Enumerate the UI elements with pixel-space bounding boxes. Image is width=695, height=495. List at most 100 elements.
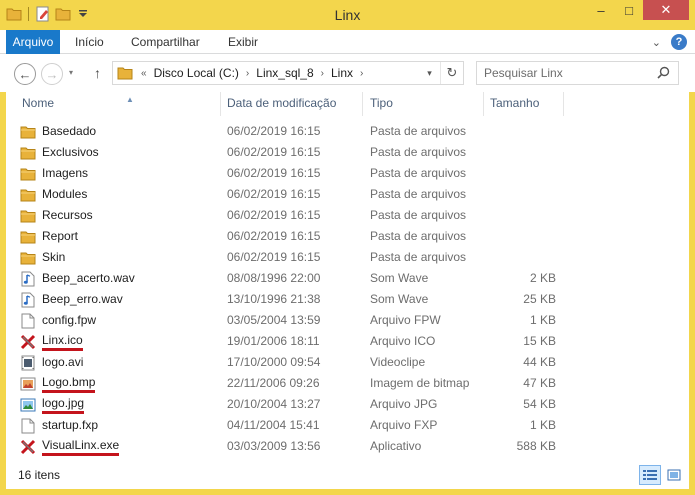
file-row[interactable]: Beep_acerto.wav 08/08/1996 22:00 Som Wave 2… <box>6 268 689 289</box>
file-list-pane: Nome ▲ Data de modificação Tipo Tamanho … <box>6 92 689 460</box>
forward-button[interactable]: → <box>41 63 63 85</box>
column-header-name[interactable]: Nome ▲ <box>16 92 220 116</box>
maximize-button[interactable]: □ <box>615 0 643 20</box>
file-size: 25 KB <box>523 292 556 306</box>
overflow-icon[interactable]: « <box>141 68 147 79</box>
file-row[interactable]: Report 06/02/2019 16:15 Pasta de arquivos <box>6 226 689 247</box>
search-input[interactable] <box>477 62 647 84</box>
file-row[interactable]: Imagens 06/02/2019 16:15 Pasta de arquivos <box>6 163 689 184</box>
file-name-cell[interactable]: Beep_acerto.wav <box>20 268 135 289</box>
chevron-right-icon[interactable]: › <box>246 68 249 79</box>
file-name: Imagens <box>42 166 89 180</box>
file-name-cell[interactable]: Modules <box>20 184 87 205</box>
chevron-right-icon[interactable]: › <box>360 68 363 79</box>
folder-icon <box>20 250 36 266</box>
file-name-cell[interactable]: logo.avi <box>20 352 83 373</box>
file-name: Logo.bmp <box>42 375 96 393</box>
file-type: Som Wave <box>370 292 429 306</box>
file-date: 20/10/2004 13:27 <box>227 397 321 411</box>
file-name-cell[interactable]: startup.fxp <box>20 415 98 436</box>
file-name-cell[interactable]: Imagens <box>20 163 88 184</box>
file-row[interactable]: logo.avi 17/10/2000 09:54 Videoclipe 44 KB <box>6 352 689 373</box>
file-row[interactable]: Modules 06/02/2019 16:15 Pasta de arquivos <box>6 184 689 205</box>
file-row[interactable]: Basedado 06/02/2019 16:15 Pasta de arquivo… <box>6 121 689 142</box>
file-row[interactable]: logo.jpg 20/10/2004 13:27 Arquivo JPG 54 KB <box>6 394 689 415</box>
bitmap-file-icon <box>20 376 36 392</box>
file-row[interactable]: Skin 06/02/2019 16:15 Pasta de arquivos <box>6 247 689 268</box>
column-header-date[interactable]: Data de modificação <box>221 92 362 116</box>
folder-icon <box>20 229 36 245</box>
expand-ribbon-icon[interactable]: ⌄ <box>652 36 661 49</box>
file-row[interactable]: Beep_erro.wav 13/10/1996 21:38 Som Wave 25 … <box>6 289 689 310</box>
minimize-button[interactable]: – <box>587 0 615 20</box>
tab-compartilhar[interactable]: Compartilhar <box>131 30 200 54</box>
file-name-cell[interactable]: Recursos <box>20 205 93 226</box>
file-date: 06/02/2019 16:15 <box>227 145 321 159</box>
file-row[interactable]: Exclusivos 06/02/2019 16:15 Pasta de arqui… <box>6 142 689 163</box>
breadcrumb-linx-sql-8[interactable]: Linx_sql_8 <box>256 66 313 80</box>
tab-exibir[interactable]: Exibir <box>228 30 258 54</box>
video-file-icon <box>20 355 36 371</box>
file-name-cell[interactable]: Skin <box>20 247 65 268</box>
status-bar: 16 itens <box>6 460 689 489</box>
file-name: VisualLinx.exe <box>42 438 120 456</box>
file-type: Videoclipe <box>370 355 426 369</box>
file-row[interactable]: startup.fxp 04/11/2004 15:41 Arquivo FXP 1 … <box>6 415 689 436</box>
file-date: 13/10/1996 21:38 <box>227 292 321 306</box>
file-name-cell[interactable]: Beep_erro.wav <box>20 289 123 310</box>
breadcrumb-linx[interactable]: Linx <box>331 66 353 80</box>
file-row[interactable]: Logo.bmp 22/11/2006 09:26 Imagem de bitmap… <box>6 373 689 394</box>
tab-arquivo[interactable]: Arquivo <box>6 30 60 54</box>
column-divider[interactable] <box>563 92 564 116</box>
file-name-cell[interactable]: Basedado <box>20 121 96 142</box>
details-view-button[interactable] <box>639 465 661 485</box>
linx-app-icon <box>20 439 36 455</box>
column-header-name-label: Nome <box>22 96 55 110</box>
column-header-type[interactable]: Tipo <box>364 92 483 116</box>
column-divider[interactable] <box>362 92 363 116</box>
file-name-cell[interactable]: Linx.ico <box>20 331 83 352</box>
file-type: Arquivo FPW <box>370 313 441 327</box>
chevron-right-icon[interactable]: › <box>321 68 324 79</box>
folder-icon <box>20 208 36 224</box>
recent-locations-icon[interactable]: ▾ <box>69 68 73 77</box>
file-date: 03/03/2009 13:56 <box>227 439 321 453</box>
file-name-cell[interactable]: Report <box>20 226 78 247</box>
file-name-cell[interactable]: logo.jpg <box>20 394 85 415</box>
column-header-size[interactable]: Tamanho <box>484 92 563 116</box>
up-button[interactable]: ↑ <box>94 65 101 81</box>
large-icons-view-button[interactable] <box>663 465 685 485</box>
search-box[interactable] <box>476 61 679 85</box>
refresh-icon[interactable]: ↻ <box>441 65 463 81</box>
file-row[interactable]: config.fpw 03/05/2004 13:59 Arquivo FPW 1 K… <box>6 310 689 331</box>
file-size: 588 KB <box>516 439 556 453</box>
help-icon[interactable]: ? <box>671 34 687 50</box>
address-dropdown-icon[interactable]: ▾ <box>419 62 441 84</box>
large-icons-view-icon <box>667 469 681 481</box>
file-type: Pasta de arquivos <box>370 229 467 243</box>
file-size: 1 KB <box>529 418 556 432</box>
back-button[interactable]: ← <box>14 63 36 85</box>
search-icon[interactable] <box>657 66 670 82</box>
file-row[interactable]: Recursos 06/02/2019 16:15 Pasta de arquivo… <box>6 205 689 226</box>
breadcrumb-disco-local[interactable]: Disco Local (C:) <box>154 66 239 80</box>
address-controls: ▾ ↻ <box>419 62 463 84</box>
file-row[interactable]: Linx.ico 19/01/2006 18:11 Arquivo ICO 15 KB <box>6 331 689 352</box>
file-name-cell[interactable]: VisualLinx.exe <box>20 436 120 457</box>
tab-inicio[interactable]: Início <box>75 30 104 54</box>
file-name-cell[interactable]: Logo.bmp <box>20 373 96 394</box>
file-size: 15 KB <box>523 334 556 348</box>
folder-icon <box>20 187 36 203</box>
file-name: Basedado <box>42 124 97 138</box>
close-button[interactable]: ✕ <box>643 0 689 20</box>
file-date: 19/01/2006 18:11 <box>227 334 320 348</box>
file-name-cell[interactable]: Exclusivos <box>20 142 99 163</box>
file-row[interactable]: VisualLinx.exe 03/03/2009 13:56 Aplicativo… <box>6 436 689 457</box>
file-type: Imagem de bitmap <box>370 376 470 390</box>
folder-icon <box>20 145 36 161</box>
address-bar[interactable]: « Disco Local (C:) › Linx_sql_8 › Linx ›… <box>112 61 464 85</box>
file-name-cell[interactable]: config.fpw <box>20 310 96 331</box>
file-size <box>490 247 556 268</box>
audio-file-icon <box>20 271 36 287</box>
view-switcher <box>639 465 685 485</box>
